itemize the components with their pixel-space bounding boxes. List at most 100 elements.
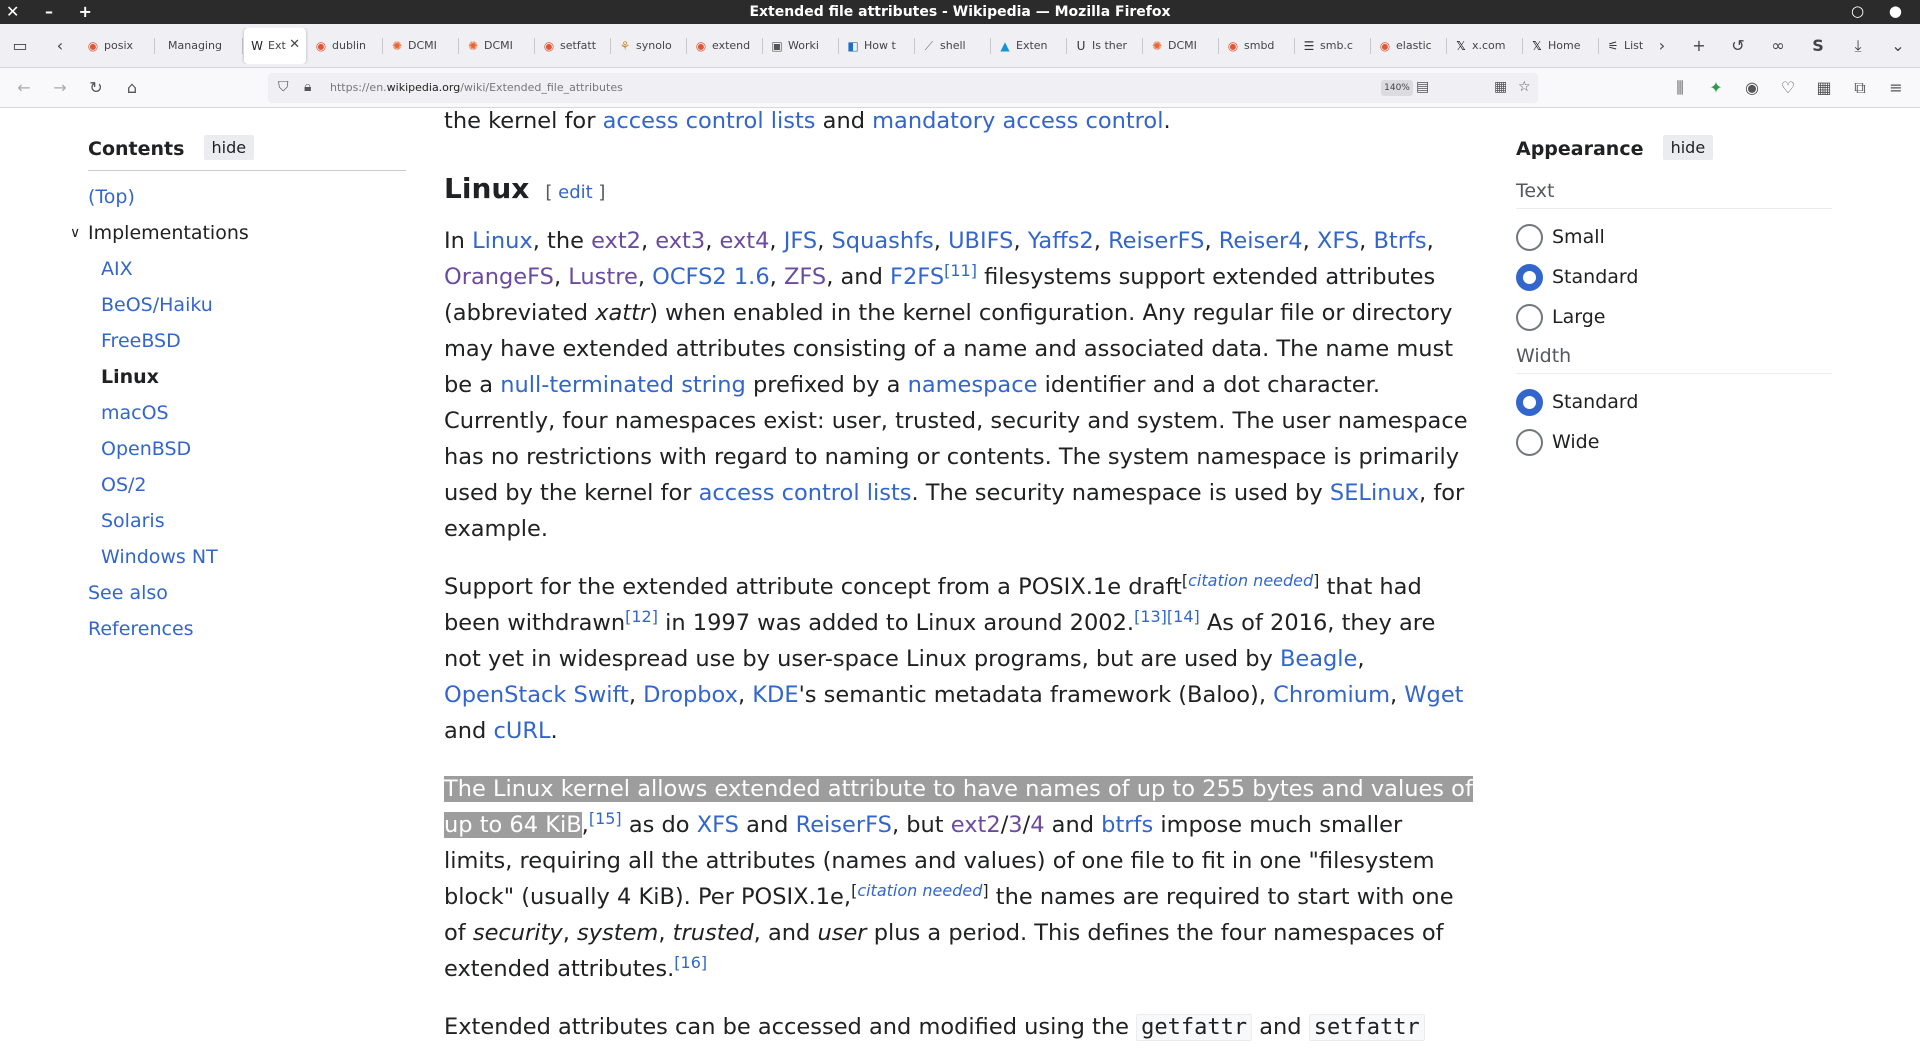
browser-tab[interactable]: ✺ DCMI (1144, 28, 1219, 64)
reference-16[interactable]: [16] (674, 953, 707, 972)
link-ext2[interactable]: ext2 (591, 228, 641, 254)
browser-tab[interactable]: ⚘ synolo (612, 28, 687, 64)
toc-link-beos-haiku[interactable]: BeOS/Haiku (101, 294, 213, 316)
browser-tab[interactable]: U Is ther (1068, 28, 1143, 64)
app-menu-icon[interactable]: ≡ (1882, 74, 1910, 102)
link-squashfs[interactable]: Squashfs (832, 228, 934, 254)
library-icon[interactable]: ⫼ (1666, 74, 1694, 102)
edit-link[interactable]: edit (558, 182, 593, 203)
account-icon[interactable]: ◉ (1738, 74, 1766, 102)
link-wget[interactable]: Wget (1404, 682, 1463, 708)
link-access-control-lists[interactable]: access control lists (699, 480, 912, 506)
toc-item-implementations[interactable]: ∨ Implementations (70, 215, 406, 251)
toc-link-aix[interactable]: AIX (101, 258, 133, 280)
reference-14[interactable]: [14] (1167, 607, 1200, 626)
link-access-control-lists[interactable]: access control lists (603, 109, 816, 134)
toc-link-openbsd[interactable]: OpenBSD (101, 438, 191, 460)
radio-text-small[interactable]: Small (1516, 217, 1832, 257)
extension-s-icon[interactable]: S (1804, 32, 1832, 60)
toc-link-references[interactable]: References (88, 618, 194, 640)
link-xfs[interactable]: XFS (1317, 228, 1359, 254)
toc-item-aix[interactable]: AIX (88, 251, 406, 287)
radio-button[interactable] (1516, 429, 1543, 456)
toc-link-solaris[interactable]: Solaris (101, 510, 165, 532)
toc-item-macos[interactable]: macOS (88, 395, 406, 431)
toc-item-top[interactable]: (Top) (88, 179, 406, 215)
radio-button[interactable] (1516, 304, 1543, 331)
radio-width-standard[interactable]: Standard (1516, 382, 1832, 422)
toc-link-see-also[interactable]: See also (88, 582, 168, 604)
reader-view-icon[interactable]: ▤ (1416, 79, 1429, 95)
url-text[interactable]: https://en.wikipedia.org/wiki/Extended_f… (330, 81, 623, 94)
tracking-shield-icon[interactable]: ⛉ (278, 79, 289, 95)
link-ext4[interactable]: 4 (1030, 812, 1044, 838)
back-icon[interactable]: ← (10, 74, 38, 102)
appearance-hide-button[interactable]: hide (1662, 135, 1714, 160)
bookmark-star-icon[interactable]: ☆ (1518, 79, 1531, 95)
link-ubifs[interactable]: UBIFS (948, 228, 1013, 254)
link-lustre[interactable]: Lustre (568, 264, 638, 290)
toc-link-os2[interactable]: OS/2 (101, 474, 147, 496)
browser-tab[interactable]: ◉ posix (80, 28, 155, 64)
link-dropbox[interactable]: Dropbox (643, 682, 738, 708)
browser-tab[interactable]: ◉ smbd (1220, 28, 1295, 64)
toc-item-linux[interactable]: Linux (88, 359, 406, 395)
link-btrfs[interactable]: Btrfs (1373, 228, 1426, 254)
toc-item-references[interactable]: References (88, 611, 406, 647)
browser-tab[interactable]: 𝕏x.com (1448, 28, 1523, 64)
radio-button[interactable] (1516, 224, 1543, 251)
toc-item-freebsd[interactable]: FreeBSD (88, 323, 406, 359)
browser-tab[interactable]: ◧ How t (840, 28, 915, 64)
extension-leaf-icon[interactable]: ✦ (1702, 74, 1730, 102)
toc-link-macos[interactable]: macOS (101, 402, 169, 424)
reference-15[interactable]: [15] (589, 809, 622, 828)
url-bar[interactable]: ⛉ 🔒︎ https://en.wikipedia.org/wiki/Exten… (268, 73, 1538, 103)
link-xfs[interactable]: XFS (697, 812, 739, 838)
toc-item-os2[interactable]: OS/2 (88, 467, 406, 503)
extension-grid-icon[interactable]: ▦ (1494, 79, 1507, 95)
extension-blocks-icon[interactable]: ▦ (1810, 74, 1838, 102)
toc-item-solaris[interactable]: Solaris (88, 503, 406, 539)
link-namespace[interactable]: namespace (908, 372, 1038, 398)
toc-link-freebsd[interactable]: FreeBSD (101, 330, 181, 352)
radio-text-large[interactable]: Large (1516, 297, 1832, 337)
radio-button-selected[interactable] (1516, 389, 1543, 416)
browser-tab[interactable]: ✺ DCMI (384, 28, 459, 64)
browser-tab[interactable]: ◉ setfatt (536, 28, 611, 64)
extensions-puzzle-icon[interactable]: ⧉ (1846, 74, 1874, 102)
toc-hide-button[interactable]: hide (203, 135, 255, 160)
reference-13[interactable]: [13] (1134, 607, 1167, 626)
citation-needed-link[interactable]: citation needed (857, 881, 982, 900)
link-ext3[interactable]: 3 (1008, 812, 1022, 838)
radio-width-wide[interactable]: Wide (1516, 422, 1832, 462)
link-f2fs[interactable]: F2FS (890, 264, 944, 290)
tab-overview-icon[interactable]: ▭ (6, 32, 34, 60)
citation-needed-link[interactable]: citation needed (1188, 571, 1313, 590)
toc-link-windows-nt[interactable]: Windows NT (101, 546, 218, 568)
tab-scroll-right-icon[interactable]: › (1648, 32, 1676, 60)
link-btrfs[interactable]: btrfs (1101, 812, 1153, 838)
browser-tab[interactable]: ✺ DCMI (460, 28, 535, 64)
link-reiserfs[interactable]: ReiserFS (796, 812, 892, 838)
link-mandatory-access-control[interactable]: mandatory access control (872, 109, 1163, 134)
radio-text-standard[interactable]: Standard (1516, 257, 1832, 297)
link-openstack-swift[interactable]: OpenStack Swift (444, 682, 629, 708)
history-icon[interactable]: ↺ (1724, 32, 1752, 60)
browser-tab[interactable]: ☰ smb.c (1296, 28, 1371, 64)
browser-tab[interactable]: ▲ Exten (992, 28, 1067, 64)
new-tab-icon[interactable]: + (1685, 32, 1713, 60)
reload-icon[interactable]: ↻ (82, 74, 110, 102)
home-icon[interactable]: ⌂ (118, 74, 146, 102)
link-chromium[interactable]: Chromium (1273, 682, 1390, 708)
browser-tab[interactable]: W Ext ✕ (244, 28, 306, 64)
link-ocfs2[interactable]: OCFS2 1.6 (652, 264, 770, 290)
browser-tab[interactable]: ◉ dublin (308, 28, 383, 64)
link-beagle[interactable]: Beagle (1280, 646, 1357, 672)
reference-11[interactable]: [11] (944, 261, 977, 280)
reference-12[interactable]: [12] (625, 607, 658, 626)
toc-item-openbsd[interactable]: OpenBSD (88, 431, 406, 467)
list-all-tabs-icon[interactable]: ⌄ (1884, 32, 1912, 60)
toc-link-linux-current[interactable]: Linux (101, 366, 159, 388)
toc-item-see-also[interactable]: See also (88, 575, 406, 611)
private-browsing-icon[interactable]: ∞ (1764, 32, 1792, 60)
